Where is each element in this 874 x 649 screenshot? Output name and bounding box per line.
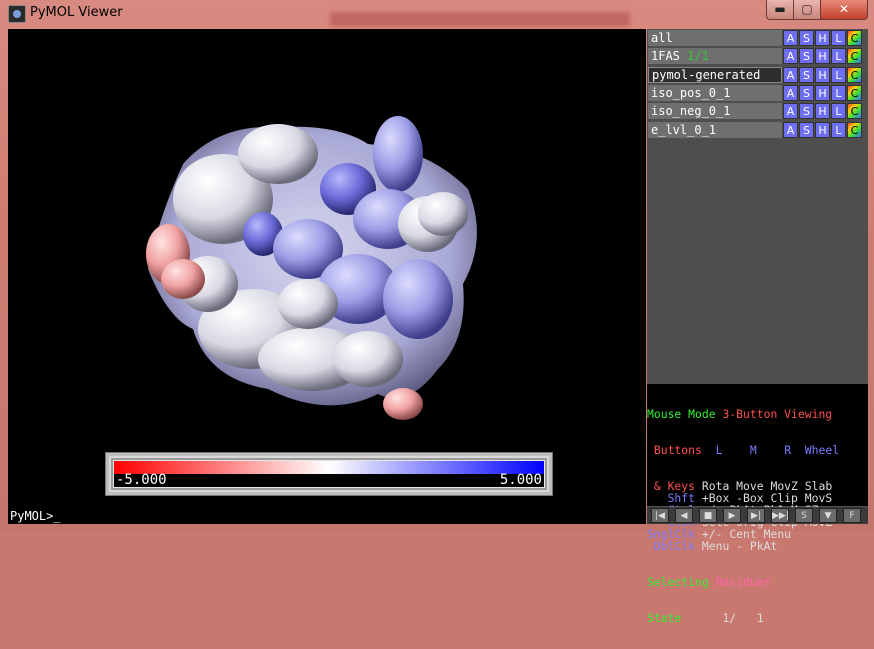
object-h-button[interactable]: H [815,84,830,101]
maximize-icon: ▢ [801,2,813,16]
pymol-window: PyMOL Viewer ▬ ▢ ✕ -5.000 5.000 PyMOL>_ … [0,0,874,624]
molecular-viewport[interactable]: -5.000 5.000 [8,29,646,508]
object-l-button[interactable]: L [831,103,846,120]
object-h-button[interactable]: H [815,66,830,83]
close-button[interactable]: ✕ [820,0,868,20]
object-row-all[interactable]: all A S H L C [648,30,867,47]
color-gradient [114,461,544,474]
object-row-pymol-generated[interactable]: pymol-generated A S H L C [648,66,867,84]
binding-l: Menu [701,539,730,553]
scene-button[interactable]: S [795,508,813,523]
background-window-blur [330,12,630,26]
object-l-button[interactable]: L [831,30,846,46]
stop-button[interactable]: ■ [699,508,717,523]
object-h-button[interactable]: H [815,103,830,120]
object-s-button[interactable]: S [799,30,814,46]
electrostatic-color-bar: -5.000 5.000 [105,452,553,496]
object-name[interactable]: 1FAS 1/1 [648,48,782,65]
object-s-button[interactable]: S [799,66,814,83]
protein-surface [146,116,477,420]
selecting-line: Selecting Residues [647,575,771,589]
object-row-e_lvl_0_1[interactable]: e_lvl_0_1 A S H L C [648,121,867,139]
object-s-button[interactable]: S [799,103,814,120]
object-c-button[interactable]: C [847,84,862,101]
play-button[interactable]: ▶ [723,508,741,523]
object-name[interactable]: e_lvl_0_1 [648,121,782,138]
movie-controls: |◀ ◀ ■ ▶ ▶| ▶▶| S ▼ F [647,507,868,524]
mouse-mode-line: Mouse Mode 3-Button Viewing [647,407,833,421]
molecular-surface-render[interactable] [8,29,646,508]
object-name[interactable]: iso_pos_0_1 [648,84,782,101]
object-h-button[interactable]: H [815,48,830,65]
rewind-button[interactable]: |◀ [651,508,669,523]
binding-m: - [736,539,744,553]
state-line: State 1/ 1 [647,611,764,625]
object-a-button[interactable]: A [783,48,798,65]
object-row-iso_pos_0_1[interactable]: iso_pos_0_1 A S H L C [648,84,867,102]
object-s-button[interactable]: S [799,121,814,138]
fullscreen-button[interactable]: F [843,508,861,523]
object-c-button[interactable]: C [847,48,862,65]
object-row-iso_neg_0_1[interactable]: iso_neg_0_1 A S H L C [648,103,867,120]
binding-key: DblClk [647,539,696,553]
title-bar[interactable]: PyMOL Viewer ▬ ▢ ✕ [0,0,874,28]
minimize-button[interactable]: ▬ [766,0,794,20]
object-a-button[interactable]: A [783,30,798,46]
menu-button[interactable]: ▼ [819,508,837,523]
command-line-input[interactable]: PyMOL>_ [8,508,646,524]
forward-button[interactable]: ▶| [747,508,765,523]
pymol-app-icon [8,5,26,23]
close-icon: ✕ [838,2,850,16]
object-a-button[interactable]: A [783,121,798,138]
mouse-mode-info[interactable]: Mouse Mode 3-Button Viewing Buttons L M … [647,384,868,624]
object-l-button[interactable]: L [831,84,846,101]
minimize-icon: ▬ [774,2,786,16]
end-button[interactable]: ▶▶| [771,508,789,523]
object-panel: all A S H L C 1FAS 1/1 A S H L Cpymol-generated A S H L… [647,29,868,624]
window-title: PyMOL Viewer [30,5,123,20]
object-l-button[interactable]: L [831,121,846,138]
object-c-button[interactable]: C [847,66,862,83]
object-name[interactable]: iso_neg_0_1 [648,103,782,120]
object-a-button[interactable]: A [783,66,798,83]
object-h-button[interactable]: H [815,121,830,138]
maximize-button[interactable]: ▢ [793,0,821,20]
object-c-button[interactable]: C [847,121,862,138]
binding-r: PkAt [749,539,778,553]
mouse-binding-row: DblClk Menu - PkAt [647,540,868,552]
object-s-button[interactable]: S [799,48,814,65]
object-s-button[interactable]: S [799,84,814,101]
object-name[interactable]: all [648,30,782,46]
color-bar-label-strip [114,474,544,487]
object-h-button[interactable]: H [815,30,830,46]
object-row-1FAS[interactable]: 1FAS 1/1 A S H L C [648,48,867,65]
object-l-button[interactable]: L [831,48,846,65]
back-button[interactable]: ◀ [675,508,693,523]
object-l-button[interactable]: L [831,66,846,83]
object-c-button[interactable]: C [847,103,862,120]
color-bar-min-label: -5.000 [116,472,167,488]
color-bar-max-label: 5.000 [499,472,542,488]
object-a-button[interactable]: A [783,103,798,120]
object-state: 1/1 [687,49,709,64]
object-name[interactable]: pymol-generated [648,66,782,83]
object-c-button[interactable]: C [847,30,862,46]
object-a-button[interactable]: A [783,84,798,101]
buttons-header-line: Buttons L M R Wheel [653,443,840,457]
